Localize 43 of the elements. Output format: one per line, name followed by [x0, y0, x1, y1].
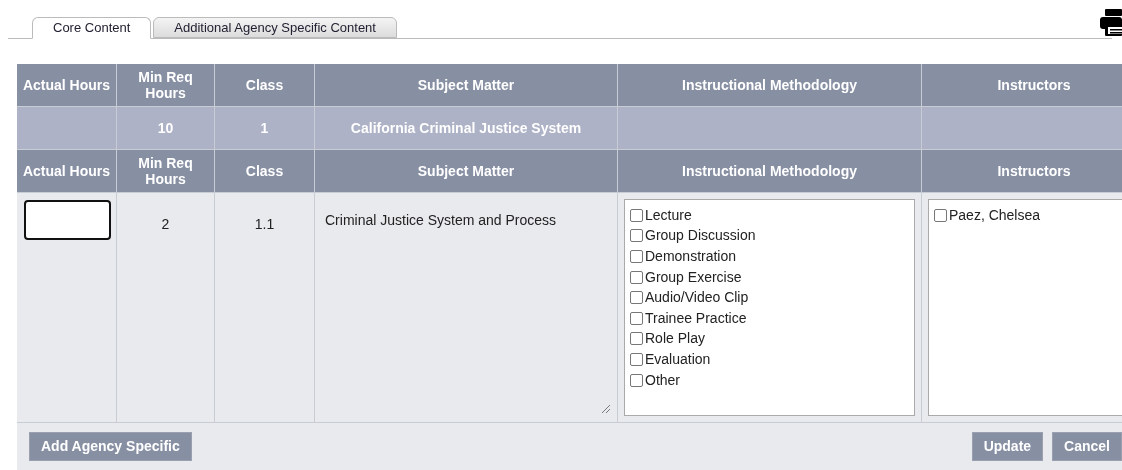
column-header: Instructors — [922, 64, 1122, 106]
checkbox-label[interactable]: Trainee Practice — [645, 307, 747, 329]
resize-grip-icon[interactable] — [602, 405, 610, 413]
column-header: Actual Hours — [17, 64, 117, 106]
hours-input[interactable] — [24, 200, 111, 240]
column-header: Min Req Hours — [117, 64, 215, 106]
column-header: Instructional Methodology — [618, 150, 922, 192]
tab[interactable]: Additional Agency Specific Content — [153, 17, 397, 38]
checkbox-label[interactable]: Lecture — [645, 204, 692, 226]
checkbox-label[interactable]: Role Play — [645, 328, 705, 350]
checkbox[interactable] — [630, 291, 643, 305]
checkbox-label[interactable]: Group Discussion — [645, 225, 756, 247]
column-header: Actual Hours — [17, 150, 117, 192]
column-header: Class — [215, 150, 315, 192]
checkbox[interactable] — [630, 332, 643, 346]
column-header: Subject Matter — [315, 150, 618, 192]
checkbox-label[interactable]: Audio/Video Clip — [645, 287, 749, 309]
checkbox-label[interactable]: Other — [645, 369, 680, 391]
column-header: Instructional Methodology — [618, 64, 922, 106]
table-cell: 2 — [117, 193, 215, 422]
column-header: Subject Matter — [315, 64, 618, 106]
table-cell: 1.1 — [215, 193, 315, 422]
column-header: Min Req Hours — [117, 150, 215, 192]
print-icon[interactable] — [1100, 8, 1122, 36]
checkbox[interactable] — [630, 229, 643, 243]
checkbox[interactable] — [934, 208, 947, 222]
checkbox[interactable] — [630, 250, 643, 263]
checkbox-label[interactable]: Demonstration — [645, 246, 737, 267]
table-cell: California Criminal Justice System — [315, 107, 618, 149]
column-header: Class — [215, 64, 315, 106]
checkbox[interactable] — [630, 208, 643, 222]
checkbox[interactable] — [630, 270, 643, 284]
tab[interactable]: Core Content — [32, 17, 152, 39]
subject-text-area[interactable]: Criminal Justice System and Process — [315, 193, 617, 422]
checkbox[interactable] — [630, 352, 643, 366]
checkbox[interactable] — [630, 373, 643, 387]
table-cell: 1 — [215, 107, 315, 149]
column-header: Instructors — [922, 150, 1122, 192]
checkbox-label[interactable]: Evaluation — [645, 348, 711, 370]
checkbox-label[interactable]: Group Exercise — [645, 266, 742, 288]
table-cell: 10 — [117, 107, 215, 149]
checkbox-label[interactable]: Paez, Chelsea — [949, 204, 1041, 226]
checkbox[interactable] — [630, 311, 643, 325]
